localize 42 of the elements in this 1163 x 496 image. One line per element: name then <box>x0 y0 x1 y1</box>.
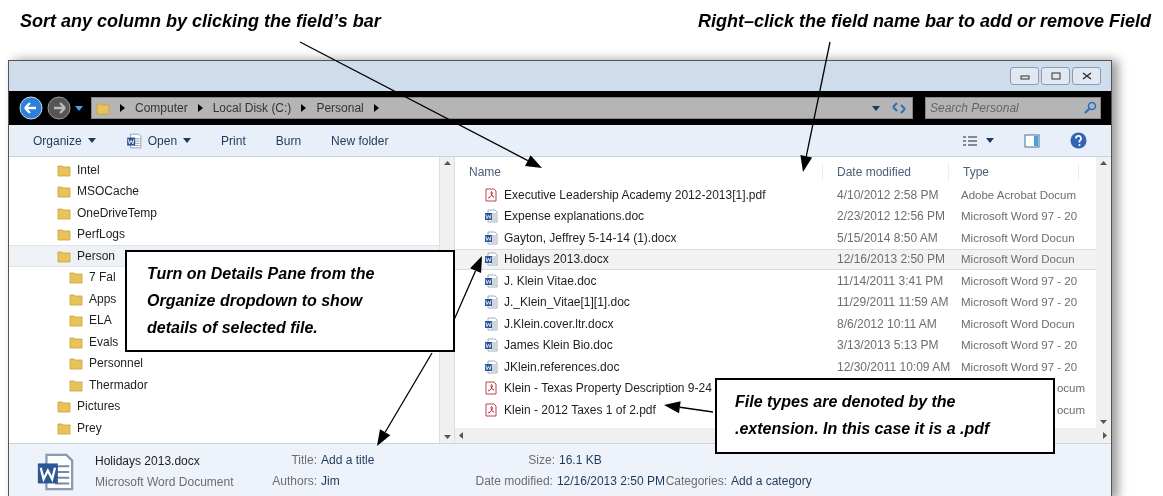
file-name: Executive Leadership Academy 2012-2013[1].pdf <box>504 186 766 204</box>
file-type: Microsoft Word 97 - 20 <box>961 360 1078 373</box>
callout-text: Turn on Details Pane from the Organize dropdown to show details of selected file. <box>147 265 375 336</box>
callout-text: File types are denoted by the .extension. In this case it is a .pdf <box>735 393 990 437</box>
file-name: James Klein Bio.doc <box>504 337 613 355</box>
date-modified: 2/23/2012 12:56 PM <box>837 209 946 224</box>
file-type: Microsoft Word 97 - 20 <box>961 210 1078 223</box>
file-type: ocum <box>1056 403 1085 416</box>
date-modified: 11/29/2011 11:59 AM <box>837 295 949 310</box>
file-type: Microsoft Word 97 - 20 <box>961 296 1078 309</box>
file-name: JKlein.references.doc <box>504 358 620 376</box>
date-modified: 12/30/2011 10:09 AM <box>837 359 951 374</box>
file-type: Microsoft Word Docun <box>961 317 1075 330</box>
file-type: Microsoft Word 97 - 20 <box>961 274 1078 287</box>
file-type: ocum <box>1056 382 1085 395</box>
file-name: Gayton, Jeffrey 5-14-14 (1).docx <box>504 229 677 247</box>
property-label: Title: <box>290 451 317 469</box>
file-type: Microsoft Word Docun <box>961 253 1075 266</box>
file-type: Adobe Acrobat Docum <box>961 188 1077 201</box>
property-label: Size: <box>527 451 555 469</box>
file-name: Expense explanations.doc <box>504 208 645 226</box>
date-modified: 11/14/2011 3:41 PM <box>837 273 944 288</box>
annotation-text: Sort any column by clicking the field’s bar <box>20 10 381 33</box>
file-name: Holidays 2013.docx <box>95 453 201 470</box>
annotation-text: Right–click the field name bar to add or remove Field <box>697 10 1151 33</box>
property-label: Date modified: <box>474 472 553 490</box>
file-name: J.Klein.cover.ltr.docx <box>504 315 614 333</box>
file-name: J. Klein Vitae.doc <box>504 272 597 290</box>
date-modified: 4/10/2012 2:58 PM <box>837 187 939 202</box>
date-modified: 5/15/2014 8:50 AM <box>837 230 938 245</box>
date-modified: 8/6/2012 10:11 AM <box>837 316 937 331</box>
property-label: Authors: <box>271 472 317 490</box>
file-name: Klein - 2012 Taxes 1 of 2.pdf <box>504 401 656 419</box>
file-type: Microsoft Word 97 - 20 <box>961 339 1078 352</box>
date-modified: 3/13/2013 5:13 PM <box>837 338 939 353</box>
file-type: Microsoft Word Docun <box>961 231 1075 244</box>
date-modified: 12/16/2013 2:50 PM <box>837 252 946 267</box>
file-name: Holidays 2013.docx <box>504 251 609 269</box>
file-type: Microsoft Word Document <box>95 474 235 491</box>
file-name: Klein - Texas Property Description 9-24 <box>504 380 712 398</box>
property-label: Categories: <box>665 472 727 490</box>
file-name: J._Klein_Vitae[1][1].doc <box>504 294 630 312</box>
